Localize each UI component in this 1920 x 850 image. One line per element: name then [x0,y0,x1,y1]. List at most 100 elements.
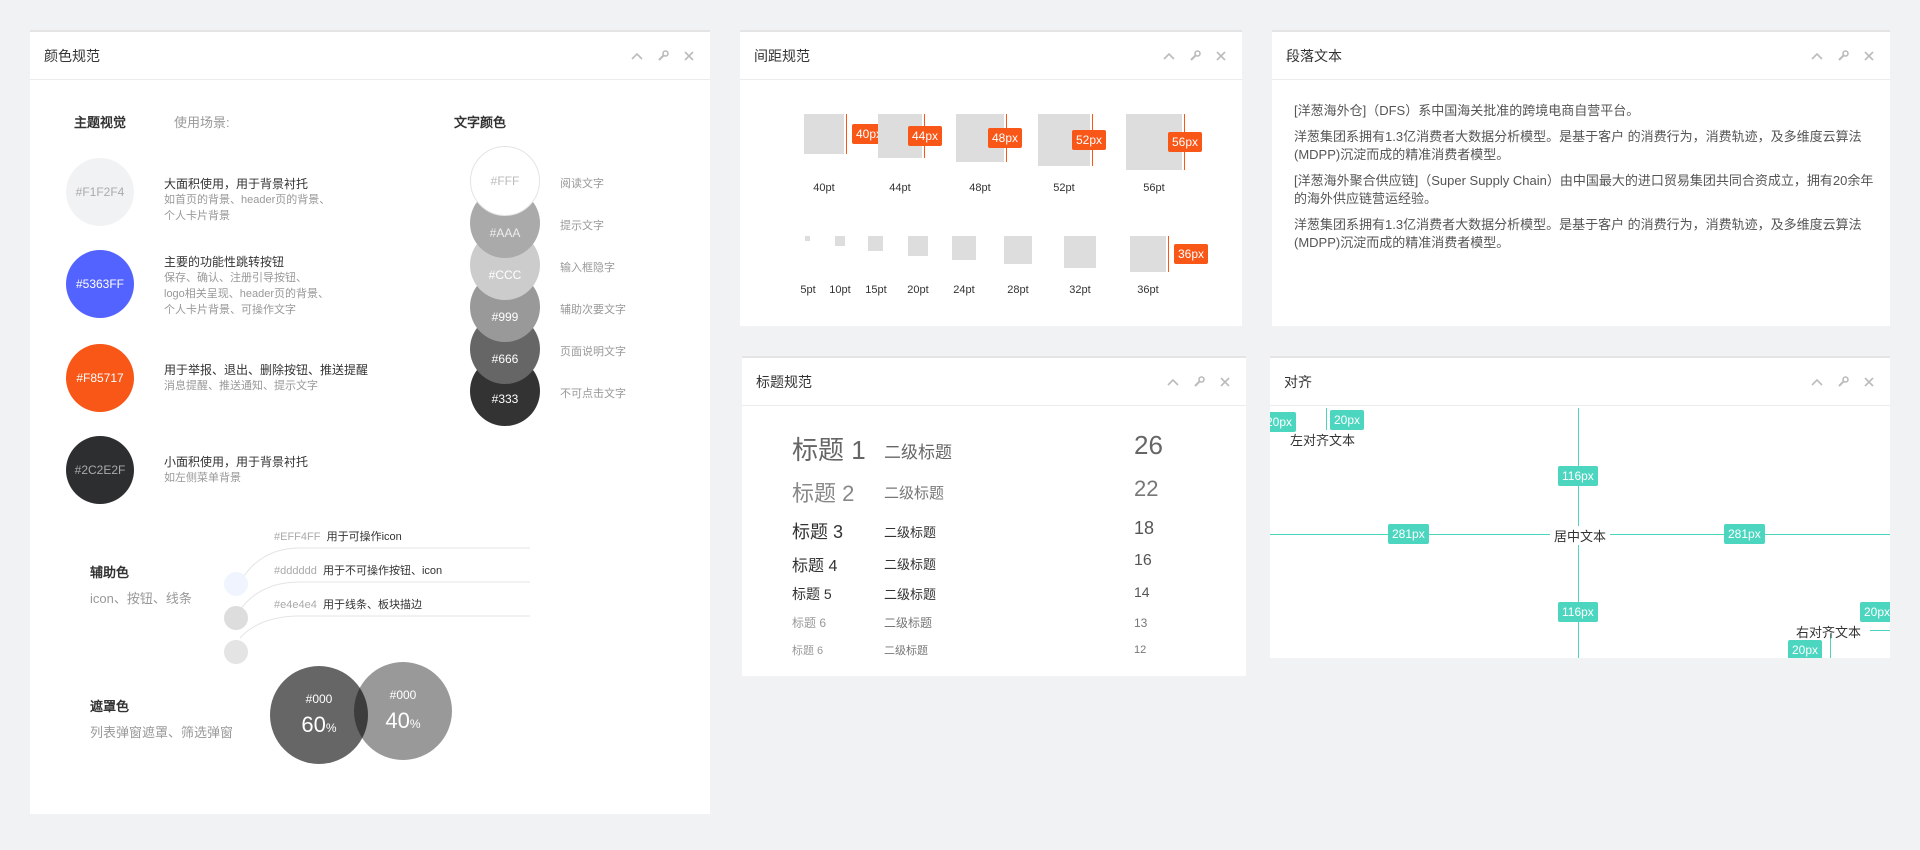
measure-tag: 116px [1558,466,1598,486]
panel-header: 间距规范 [740,32,1242,80]
heading-size: 18 [1134,518,1155,538]
text-color-desc: 阅读文字 [560,178,604,190]
heading-sample: 标题 4 [792,558,838,575]
spacing-label: 40pt [813,182,835,194]
spacing-label: 36pt [1137,284,1159,296]
heading-sample: 标题 5 [792,586,832,602]
spacing-marker [1168,236,1169,272]
aux-title: 辅助色 [90,565,130,580]
spacing-label: 52pt [1053,182,1075,194]
heading-sample: 标题 6 [792,645,824,657]
spacing-tag: 36px [1174,244,1209,264]
heading-size: 14 [1134,584,1150,600]
aux-subtitle: icon、按钮、线条 [90,591,192,606]
color-spec-panel: 颜色规范 主题视觉 使用场景: 文字颜色 #F1F2F4 大面积使用，用于背景衬… [30,30,710,814]
spacing-label: 48pt [969,182,991,194]
close-icon[interactable] [1218,375,1232,389]
wrench-icon[interactable] [1836,49,1850,63]
chevron-up-icon[interactable] [1810,49,1824,63]
spacing-sample [868,236,883,251]
align-spec-panel: 对齐 左对齐文本 居中文本 右对齐文本 20px 20px 116px 281p… [1270,356,1890,658]
theme-color-row: #5363FF [66,250,134,318]
close-icon[interactable] [1862,375,1876,389]
spacing-label: 56pt [1143,182,1165,194]
theme-color-row: #F1F2F4 [66,158,134,226]
aux-item: #EFF4FF 用于可操作icon [274,531,402,543]
measure-tag: 20px [1788,640,1823,658]
close-icon[interactable] [682,49,696,63]
panel-tools [1810,49,1876,63]
spacing-label: 10pt [829,284,851,296]
panel-title: 对齐 [1284,373,1312,390]
spacing-sample [952,236,976,260]
heading-sample: 标题 6 [792,616,827,630]
spacing-sample [835,236,845,246]
spacing-label: 15pt [865,284,887,296]
spacing-sample [1004,236,1032,264]
close-icon[interactable] [1862,49,1876,63]
measure-tag: 281px [1388,524,1429,544]
wrench-icon[interactable] [1836,375,1850,389]
heading-sample: 标题 3 [792,522,844,542]
spacing-label: 20pt [907,284,929,296]
wrench-icon[interactable] [1188,49,1202,63]
paragraph: 洋葱集团系拥有1.3亿消费者大数据分析模型。是基于客户 的消费行为，消费轨迹，及… [1294,129,1862,162]
paragraph-panel: 段落文本 [洋葱海外仓]（DFS）系中国海关批准的跨境电商自营平台。 洋葱集团系… [1272,30,1890,326]
paragraph: 洋葱集团系拥有1.3亿消费者大数据分析模型。是基于客户 的消费行为，消费轨迹，及… [1294,217,1862,250]
chevron-up-icon[interactable] [1166,375,1180,389]
spacing-tag: 52px [1072,130,1107,150]
mask-swatch-40: #000 40% [354,662,452,760]
theme-color-row: #2C2E2F [66,436,134,504]
heading-size: 22 [1134,476,1159,501]
color-swatch: #F1F2F4 [66,158,134,226]
heading-sub: 二级标题 [884,645,928,657]
spacing-sample [804,114,844,154]
theme-color-desc: 大面积使用，用于背景衬托 如首页的背景、header页的背景、 个人卡片背景 [164,177,331,222]
heading-size: 26 [1134,430,1163,460]
chevron-up-icon[interactable] [630,49,644,63]
panel-header: 颜色规范 [30,32,710,80]
paragraph: [洋葱海外仓]（DFS）系中国海关批准的跨境电商自营平台。 [1294,103,1640,118]
panel-title: 段落文本 [1286,47,1342,64]
usage-heading: 使用场景: [174,115,230,130]
panel-title: 间距规范 [754,47,810,64]
mask-swatch-60: #000 60% [270,666,368,764]
spacing-tag: 48px [988,128,1023,148]
text-color-desc: 提示文字 [560,220,604,232]
wrench-icon[interactable] [1192,375,1206,389]
text-color-heading: 文字颜色 [454,115,507,130]
aux-swatch [224,572,248,596]
panel-tools [1162,49,1228,63]
spacing-label: 24pt [953,284,975,296]
spacing-spec-panel: 间距规范 40px 40pt 44px 44pt 48px 48pt 52px … [740,30,1242,326]
spacing-sample [1130,236,1166,272]
heading-sub: 二级标题 [884,587,937,602]
theme-color-desc: 用于举报、退出、删除按钮、推送提醒 消息提醒、推送通知、提示文字 [164,363,369,392]
chevron-up-icon[interactable] [1810,375,1824,389]
spacing-tag: 44px [908,126,943,146]
measure-tag: 281px [1724,524,1765,544]
center-aligned-text: 居中文本 [1550,526,1611,545]
panel-title: 颜色规范 [44,47,100,64]
heading-sub: 二级标题 [884,557,937,572]
mask-subtitle: 列表弹窗遮罩、筛选弹窗 [90,725,234,740]
panel-title: 标题规范 [756,373,812,390]
chevron-up-icon[interactable] [1162,49,1176,63]
heading-sample: 标题 2 [792,481,855,506]
left-aligned-text: 左对齐文本 [1290,433,1356,448]
heading-spec-panel: 标题规范 标题 1 二级标题 26 标题 2 二级标题 22 标题 3 二级标题… [742,356,1246,676]
paragraph-body: [洋葱海外仓]（DFS）系中国海关批准的跨境电商自营平台。 洋葱集团系拥有1.3… [1272,80,1890,252]
spacing-label: 5pt [800,284,816,296]
panel-header: 段落文本 [1272,32,1890,80]
panel-tools [1166,375,1232,389]
close-icon[interactable] [1214,49,1228,63]
spacing-sample [805,236,810,241]
wrench-icon[interactable] [656,49,670,63]
color-swatch: #5363FF [66,250,134,318]
mask-title: 遮罩色 [90,699,130,714]
aux-swatch [224,606,248,630]
heading-sub: 二级标题 [884,525,937,540]
measure-tag: 20px [1860,602,1890,622]
text-color-desc: 页面说明文字 [560,346,626,358]
theme-color-desc: 主要的功能性跳转按钮 保存、确认、注册引导按钮、 logo相关呈现、header… [164,255,330,316]
